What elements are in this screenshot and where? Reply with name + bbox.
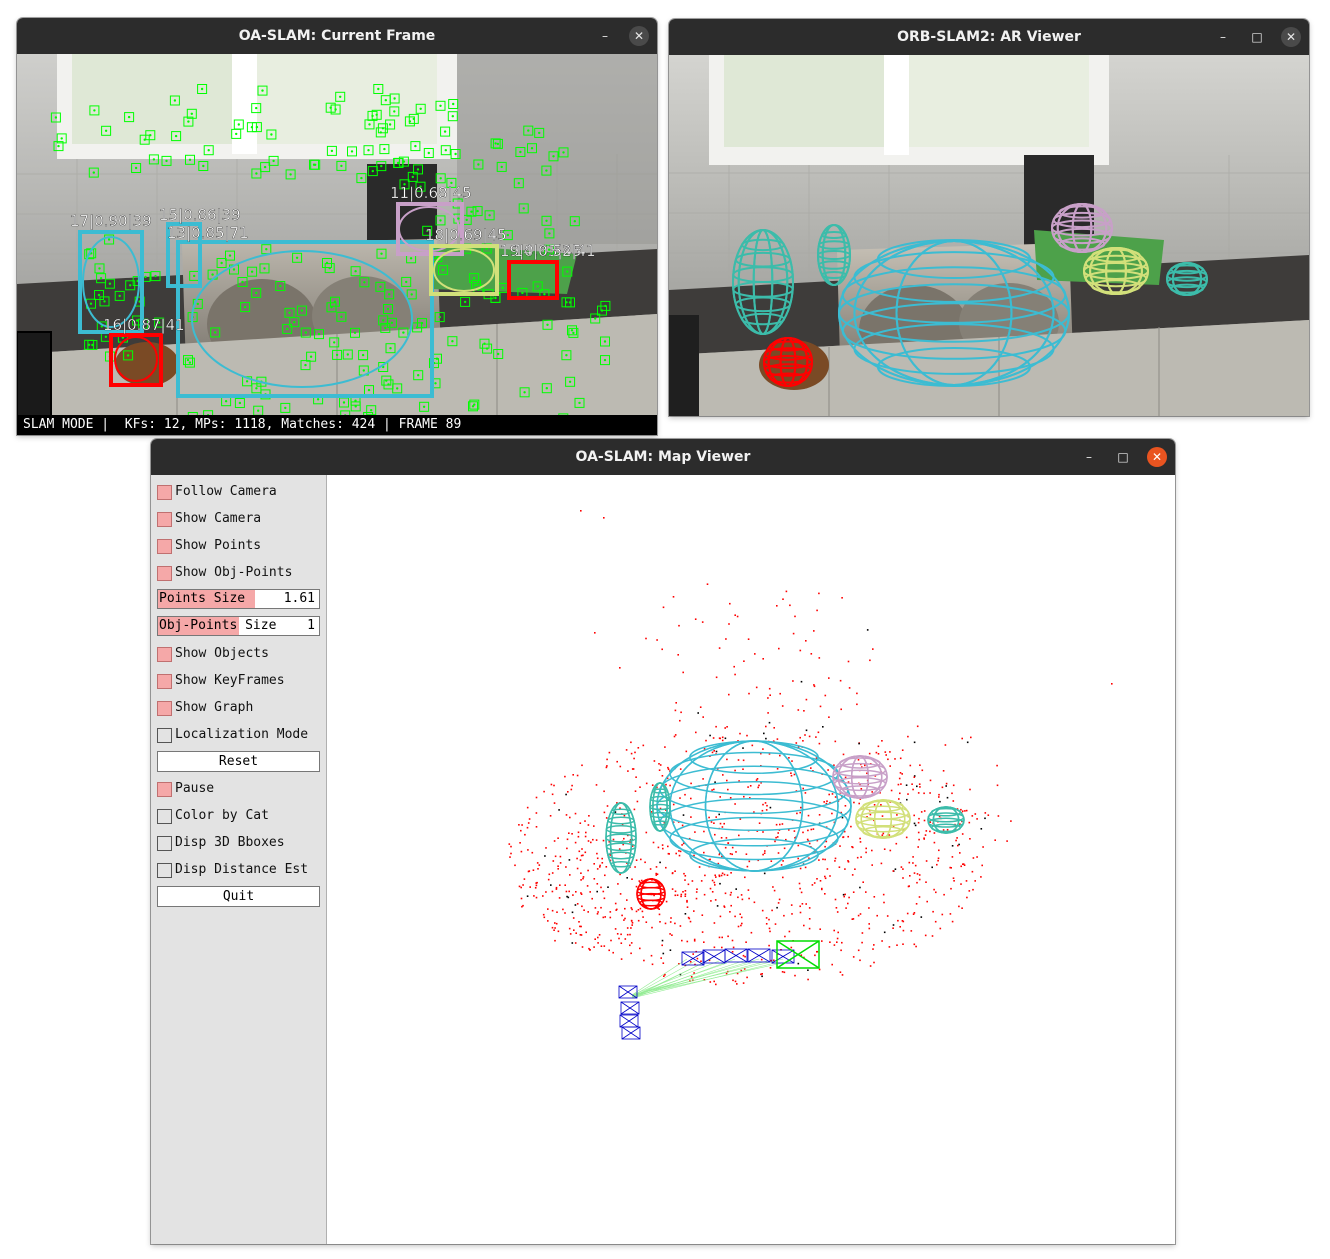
detection-label-17: 17|0.90|39	[70, 212, 152, 230]
reset-button[interactable]: Reset	[157, 751, 320, 772]
checkbox-box[interactable]	[157, 566, 172, 581]
minimize-icon[interactable]: –	[1079, 447, 1099, 467]
checkbox-box[interactable]	[157, 863, 172, 878]
close-icon[interactable]: ✕	[1281, 27, 1301, 47]
obj-points-size-slider[interactable]: Obj-Points Size 1	[157, 616, 320, 636]
ar-viewer-window: ORB-SLAM2: AR Viewer – □ ✕	[669, 19, 1309, 416]
checkbox-box[interactable]	[157, 836, 172, 851]
minimize-icon[interactable]: –	[595, 26, 615, 46]
checkbox-label: Show Points	[175, 538, 262, 553]
detection-label-11: 11|0.68|45	[390, 184, 472, 202]
keyframe	[747, 948, 771, 963]
checkbox-box[interactable]	[157, 701, 172, 716]
checkbox-label: Localization Mode	[175, 727, 309, 742]
detection-label-18: 18|0.69|45	[425, 226, 507, 244]
window-title: OA-SLAM: Current Frame	[238, 28, 436, 44]
keyframe	[621, 1026, 641, 1040]
detection-label-16: 16|0.87|41	[103, 316, 185, 334]
map-viewer-window: OA-SLAM: Map Viewer – □ ✕ Follow Camera …	[151, 439, 1175, 1244]
detection-label-14: 14|0.52|41	[514, 242, 596, 260]
checkbox-box[interactable]	[157, 674, 172, 689]
slider-value: 1	[307, 618, 315, 633]
slider-label: Points Size	[159, 591, 246, 606]
map-viewer-titlebar[interactable]: OA-SLAM: Map Viewer – □ ✕	[151, 439, 1175, 475]
checkbox-label: Show Objects	[175, 646, 269, 661]
window-title: OA-SLAM: Map Viewer	[575, 449, 751, 465]
checkbox-label: Color by Cat	[175, 808, 269, 823]
checkbox-label: Show Graph	[175, 700, 254, 715]
keyframe	[619, 1014, 639, 1028]
slider-value: 1.61	[283, 591, 315, 606]
maximize-icon[interactable]: □	[1113, 447, 1133, 467]
keyframe	[618, 985, 638, 999]
checkbox-label: Pause	[175, 781, 215, 796]
ar-viewer-titlebar[interactable]: ORB-SLAM2: AR Viewer – □ ✕	[669, 19, 1309, 55]
checkbox-label: Follow Camera	[175, 484, 277, 499]
checkbox-label: Show Camera	[175, 511, 262, 526]
keyframe	[702, 949, 726, 964]
camera-frame-image: 17|0.90|39 15|0.86|39 13|0.85|71 11|0.68…	[17, 54, 657, 435]
checkbox-box[interactable]	[157, 782, 172, 797]
checkbox-label: Disp Distance Est	[175, 862, 309, 877]
detection-label-13: 13|0.85|71	[167, 224, 249, 242]
map-ellipsoid-sink	[656, 740, 852, 872]
points-size-slider[interactable]: Points Size 1.61	[157, 589, 320, 609]
maximize-icon[interactable]: □	[1247, 27, 1267, 47]
camera-frame-view: 17|0.90|39 15|0.86|39 13|0.85|71 11|0.68…	[17, 54, 657, 435]
checkbox-box[interactable]	[157, 647, 172, 662]
keyframe	[620, 1001, 640, 1015]
checkbox-box[interactable]	[157, 809, 172, 824]
covisibility-graph	[631, 958, 792, 999]
checkbox-box[interactable]	[157, 728, 172, 743]
detection-label-15: 15|0.86|39	[159, 206, 241, 224]
map-ellipsoid-bowl-yellow	[855, 799, 911, 839]
checkbox-label: Show KeyFrames	[175, 673, 285, 688]
map-ellipsoid-cup	[927, 806, 965, 834]
map-3d-canvas[interactable]	[327, 475, 1175, 1244]
slam-status-bar: SLAM MODE | KFs: 12, MPs: 1118, Matches:…	[17, 415, 657, 435]
checkbox-box[interactable]	[157, 539, 172, 554]
map-points	[508, 510, 1113, 986]
quit-button[interactable]: Quit	[157, 886, 320, 907]
ar-view	[669, 55, 1309, 416]
control-panel: Follow Camera Show Camera Show Points Sh…	[151, 475, 327, 1244]
close-icon[interactable]: ✕	[629, 26, 649, 46]
checkbox-box[interactable]	[157, 485, 172, 500]
ar-view-image	[669, 55, 1309, 416]
current-frame-window: OA-SLAM: Current Frame – ✕ 17|0.90|39 15…	[17, 18, 657, 435]
checkbox-label: Disp 3D Bboxes	[175, 835, 285, 850]
minimize-icon[interactable]: –	[1213, 27, 1233, 47]
current-frame-titlebar[interactable]: OA-SLAM: Current Frame – ✕	[17, 18, 657, 54]
map-ellipsoid-red	[636, 878, 666, 910]
checkbox-box[interactable]	[157, 512, 172, 527]
keyframe	[771, 949, 795, 964]
slider-label: Obj-Points Size	[159, 618, 277, 633]
map-3d-scene[interactable]	[327, 475, 1175, 1244]
close-icon[interactable]: ✕	[1147, 447, 1167, 467]
checkbox-label: Show Obj-Points	[175, 565, 293, 580]
